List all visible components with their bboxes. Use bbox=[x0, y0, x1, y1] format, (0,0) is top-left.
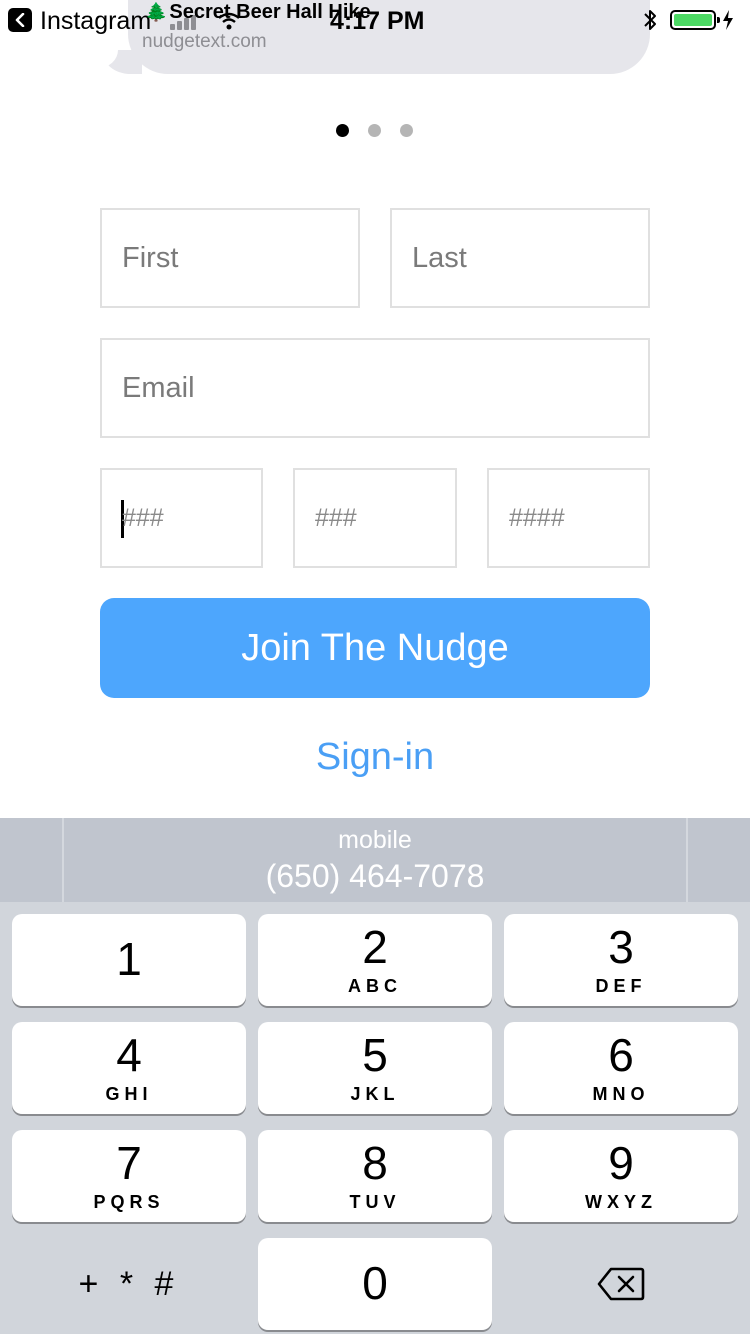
key-9[interactable]: 9 WXYZ bbox=[504, 1130, 738, 1222]
numeric-keypad: 1 2 ABC 3 DEF 4 GHI 5 JKL 6 MNO 7 PQRS 8… bbox=[0, 902, 750, 1334]
key-0[interactable]: 0 bbox=[258, 1238, 492, 1330]
battery-level bbox=[674, 14, 712, 26]
status-bar: Instagram 4:17 PM bbox=[0, 0, 750, 40]
phone-line-placeholder: #### bbox=[509, 503, 565, 532]
phone-area-code-placeholder: ### bbox=[122, 503, 164, 532]
back-app-label[interactable]: Instagram bbox=[40, 6, 151, 36]
autofill-label[interactable]: mobile bbox=[0, 826, 750, 855]
join-button[interactable]: Join The Nudge bbox=[100, 598, 650, 698]
key-2[interactable]: 2 ABC bbox=[258, 914, 492, 1006]
phone-prefix-placeholder: ### bbox=[315, 503, 357, 532]
key-1[interactable]: 1 bbox=[12, 914, 246, 1006]
email-field[interactable]: Email bbox=[100, 338, 650, 438]
back-to-app-button[interactable] bbox=[8, 8, 32, 32]
backspace-icon bbox=[597, 1267, 645, 1301]
battery-icon bbox=[670, 10, 720, 30]
link-preview-title: 🌲 Secret Beer Hall Hike bbox=[145, 1, 371, 23]
bluetooth-icon bbox=[644, 10, 656, 30]
page-dot[interactable] bbox=[400, 124, 413, 137]
autofill-phone-suggestion[interactable]: (650) 464-7078 bbox=[0, 858, 750, 895]
key-3[interactable]: 3 DEF bbox=[504, 914, 738, 1006]
first-name-field[interactable]: First bbox=[100, 208, 360, 308]
page-dot[interactable] bbox=[368, 124, 381, 137]
autofill-suggestion-bar: mobile (650) 464-7078 bbox=[0, 818, 750, 902]
phone-prefix-field[interactable]: ### bbox=[293, 468, 457, 568]
delete-key[interactable] bbox=[504, 1238, 738, 1330]
key-6[interactable]: 6 MNO bbox=[504, 1022, 738, 1114]
symbols-label: + * # bbox=[78, 1264, 180, 1303]
page-dot[interactable] bbox=[336, 124, 349, 137]
symbols-key[interactable]: + * # bbox=[12, 1238, 246, 1330]
charging-bolt-icon bbox=[723, 10, 733, 30]
last-name-placeholder: Last bbox=[412, 241, 467, 274]
sign-in-link[interactable]: Sign-in bbox=[0, 734, 750, 780]
link-preview-domain: nudgetext.com bbox=[142, 31, 267, 52]
email-placeholder: Email bbox=[122, 371, 195, 404]
tree-emoji: 🌲 bbox=[145, 2, 168, 22]
phone-area-code-field[interactable]: ### bbox=[100, 468, 263, 568]
key-4[interactable]: 4 GHI bbox=[12, 1022, 246, 1114]
last-name-field[interactable]: Last bbox=[390, 208, 650, 308]
first-name-placeholder: First bbox=[122, 241, 179, 274]
key-5[interactable]: 5 JKL bbox=[258, 1022, 492, 1114]
chevron-left-icon bbox=[15, 13, 25, 27]
key-7[interactable]: 7 PQRS bbox=[12, 1130, 246, 1222]
key-8[interactable]: 8 TUV bbox=[258, 1130, 492, 1222]
phone-line-field[interactable]: #### bbox=[487, 468, 650, 568]
